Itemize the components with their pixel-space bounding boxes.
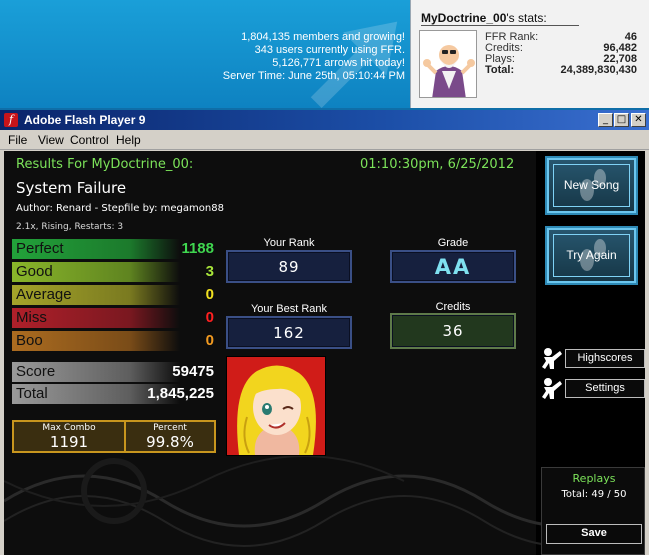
user-stats-suffix: 's stats: xyxy=(506,11,547,25)
judgement-value: 1188 xyxy=(181,240,214,257)
song-author: Author: Renard - Stepfile by: megamon88 xyxy=(16,203,224,214)
grade-label: Grade xyxy=(437,237,469,249)
stat-value: 24,389,830,430 xyxy=(560,64,637,76)
replays-title: Replays xyxy=(572,472,616,485)
judgement-boo: Boo 0 xyxy=(12,331,218,351)
try-again-label: Try Again xyxy=(566,248,617,262)
replays-total: Total: 49 / 50 xyxy=(561,489,627,500)
judgement-label: Average xyxy=(16,286,72,303)
grade-box: AA xyxy=(390,250,516,283)
server-time: Server Time: June 25th, 05:10:44 PM xyxy=(222,70,405,82)
best-rank-box: 162 xyxy=(226,316,352,349)
score-value: 59475 xyxy=(172,363,214,380)
judgement-value: 3 xyxy=(205,263,214,280)
arrows-hit: 5,126,771 arrows hit today! xyxy=(272,57,405,69)
character-portrait-icon xyxy=(227,357,325,455)
best-rank-label: Your Best Rank xyxy=(250,303,328,315)
your-rank-value: 89 xyxy=(278,258,300,276)
user-avatar[interactable] xyxy=(419,30,477,98)
grade-value: AA xyxy=(434,255,472,279)
percent-label: Percent xyxy=(153,423,187,433)
settings-button[interactable]: Settings xyxy=(565,379,645,398)
credits-box: 36 xyxy=(390,313,516,349)
judgement-label: Good xyxy=(16,263,53,280)
users-online: 343 users currently using FFR. xyxy=(254,44,405,56)
judgement-good: Good 3 xyxy=(12,262,218,282)
play-mods: 2.1x, Rising, Restarts: 3 xyxy=(16,222,124,232)
song-title: System Failure xyxy=(16,179,127,197)
your-rank-label: Your Rank xyxy=(263,237,315,249)
menu-file[interactable]: File xyxy=(8,133,27,147)
user-stats-panel: MyDoctrine_00's stats: FFR Rank: 46 Cred… xyxy=(410,0,649,108)
judgement-perfect: Perfect 1188 xyxy=(12,239,218,259)
maximize-button[interactable]: □ xyxy=(614,113,629,127)
max-combo-label: Max Combo xyxy=(42,423,96,433)
combo-percent-box: Max Combo 1191 Percent 99.8% xyxy=(12,420,216,453)
menu-view[interactable]: View xyxy=(38,133,64,147)
judgement-label: Miss xyxy=(16,309,47,326)
best-rank-value: 162 xyxy=(273,324,305,342)
judgement-value: 0 xyxy=(205,286,214,303)
credits-label: Credits xyxy=(435,301,471,313)
results-datetime: 01:10:30pm, 6/25/2012 xyxy=(360,157,515,172)
judgement-label: Boo xyxy=(16,332,43,349)
new-song-button[interactable]: New Song xyxy=(547,158,636,213)
menu-bar: File View Control Help xyxy=(0,130,649,150)
minimize-button[interactable]: _ xyxy=(598,113,613,127)
game-stage: Results For MyDoctrine_00: 01:10:30pm, 6… xyxy=(4,151,645,555)
replays-panel: Replays Total: 49 / 50 Save xyxy=(541,467,645,555)
judgement-miss: Miss 0 xyxy=(12,308,218,328)
username-link[interactable]: MyDoctrine_00 xyxy=(421,11,506,25)
flash-logo-icon: f xyxy=(4,113,18,127)
user-stats-title: MyDoctrine_00's stats: xyxy=(421,11,547,25)
total-row: Total 1,845,225 xyxy=(12,384,218,404)
close-button[interactable]: ✕ xyxy=(631,113,646,127)
judgement-value: 0 xyxy=(205,309,214,326)
highscores-icon xyxy=(542,348,562,369)
window-title: Adobe Flash Player 9 xyxy=(24,113,146,127)
avatar-image-icon xyxy=(420,31,476,97)
judgement-average: Average 0 xyxy=(12,285,218,305)
user-stats-table: FFR Rank: 46 Credits: 96,482 Plays: 22,708 … xyxy=(485,32,637,76)
total-value: 1,845,225 xyxy=(147,385,214,402)
members-count: 1,804,135 members and growing! xyxy=(241,31,405,43)
score-row: Score 59475 xyxy=(12,362,218,382)
judgement-label: Perfect xyxy=(16,240,64,257)
stat-label: Total: xyxy=(485,64,515,76)
settings-icon xyxy=(542,378,562,399)
screen-root: 1,804,135 members and growing! 343 users… xyxy=(0,0,649,555)
results-header: Results For MyDoctrine_00: xyxy=(16,157,194,172)
highscores-button[interactable]: Highscores xyxy=(565,349,645,368)
flash-player-window: f Adobe Flash Player 9 _ □ ✕ File View C… xyxy=(0,110,649,555)
your-rank-box: 89 xyxy=(226,250,352,283)
save-replay-button[interactable]: Save xyxy=(546,524,642,544)
total-label: Total xyxy=(16,385,48,402)
max-combo-value: 1191 xyxy=(49,433,89,451)
score-label: Score xyxy=(16,363,56,380)
site-stats: 1,804,135 members and growing! 343 users… xyxy=(223,31,405,83)
character-portrait xyxy=(226,356,326,456)
menu-control[interactable]: Control xyxy=(70,133,109,147)
new-song-label: New Song xyxy=(563,178,620,192)
site-banner: 1,804,135 members and growing! 343 users… xyxy=(0,0,649,108)
try-again-button[interactable]: Try Again xyxy=(547,228,636,283)
window-titlebar[interactable]: f Adobe Flash Player 9 _ □ ✕ xyxy=(0,110,649,130)
percent-value: 99.8% xyxy=(146,433,194,451)
menu-help[interactable]: Help xyxy=(116,133,141,147)
stat-row-total: Total: 24,389,830,430 xyxy=(485,65,637,76)
credits-value: 36 xyxy=(442,322,464,340)
judgement-value: 0 xyxy=(205,332,214,349)
title-underline xyxy=(421,25,579,26)
